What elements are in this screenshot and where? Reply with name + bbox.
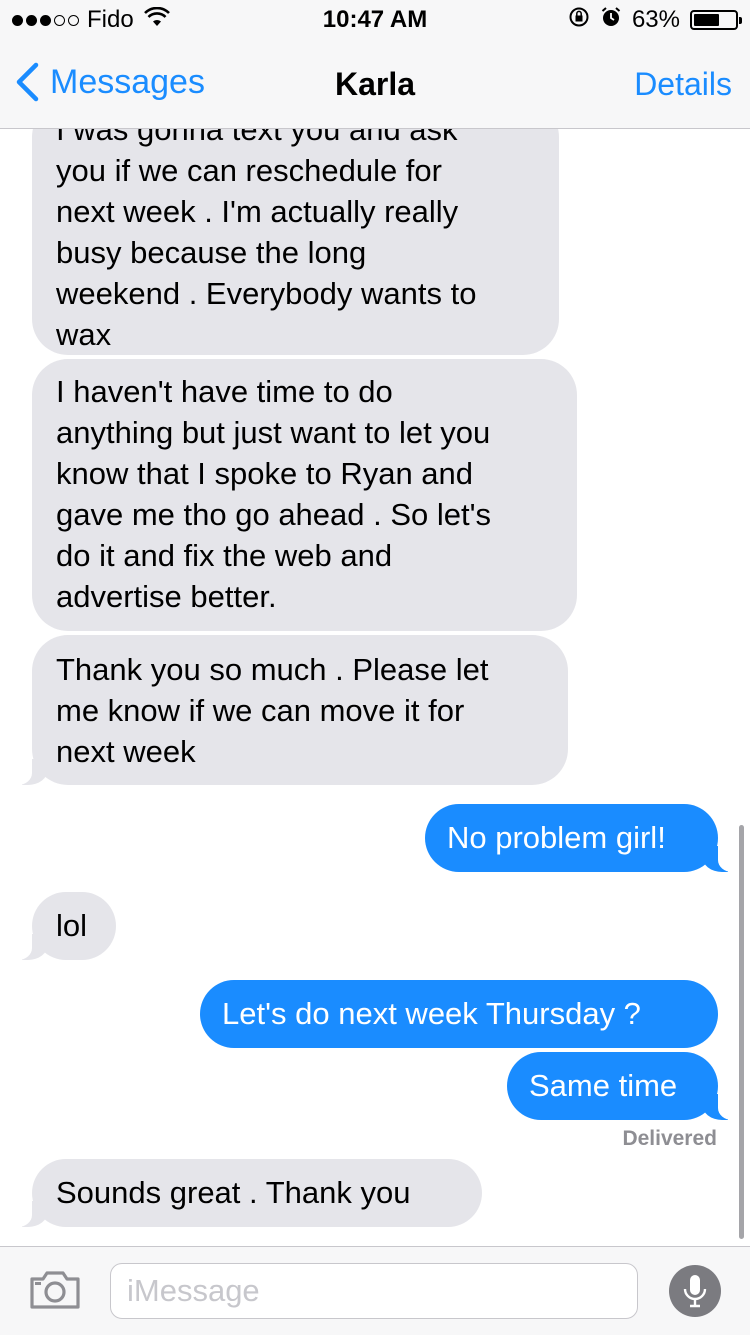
message-text: Same time bbox=[529, 1068, 678, 1103]
message-text: Thank you so much . Please let me know i… bbox=[56, 652, 489, 769]
message-bubble-incoming[interactable]: I haven't have time to do anything but j… bbox=[32, 359, 577, 631]
scroll-indicator[interactable] bbox=[739, 825, 744, 1239]
battery-level-fill bbox=[694, 14, 720, 26]
alarm-icon bbox=[600, 6, 622, 35]
navigation-bar: Messages Karla Details bbox=[0, 40, 750, 129]
details-button[interactable]: Details bbox=[634, 66, 732, 103]
camera-icon bbox=[30, 1271, 80, 1309]
message-bubble-incoming[interactable]: Thank you so much . Please let me know i… bbox=[6, 635, 568, 785]
message-thread[interactable]: I was gonna text you and ask you if we c… bbox=[0, 129, 750, 1246]
message-bubble-incoming[interactable]: lol bbox=[6, 892, 116, 960]
message-bubble-outgoing[interactable]: No problem girl! bbox=[425, 804, 744, 872]
message-text: I haven't have time to do anything but j… bbox=[56, 374, 492, 614]
message-text: lol bbox=[56, 908, 88, 943]
camera-button[interactable] bbox=[28, 1269, 82, 1316]
status-bar: Fido 10:47 AM 63% bbox=[0, 0, 750, 40]
compose-bar bbox=[0, 1246, 750, 1335]
rotation-lock-icon bbox=[568, 6, 590, 35]
message-text: I was gonna text you and ask you if we c… bbox=[56, 129, 477, 352]
message-bubble-outgoing[interactable]: Same time bbox=[507, 1052, 744, 1120]
microphone-icon bbox=[683, 1275, 707, 1308]
dictation-button[interactable] bbox=[669, 1265, 721, 1317]
message-text: Sounds great . Thank you bbox=[56, 1175, 411, 1210]
delivered-status: Delivered bbox=[622, 1127, 717, 1150]
battery-percent: 63% bbox=[631, 6, 680, 33]
message-text: No problem girl! bbox=[447, 820, 666, 855]
battery-icon bbox=[690, 10, 742, 30]
message-bubble-outgoing[interactable]: Let's do next week Thursday ? bbox=[200, 980, 718, 1048]
message-bubble-incoming[interactable]: Sounds great . Thank you bbox=[6, 1159, 482, 1227]
message-bubble-incoming[interactable]: I was gonna text you and ask you if we c… bbox=[32, 129, 559, 355]
status-bar-right: 63% bbox=[568, 6, 742, 35]
message-text: Let's do next week Thursday ? bbox=[222, 996, 641, 1031]
message-input[interactable] bbox=[110, 1263, 638, 1319]
